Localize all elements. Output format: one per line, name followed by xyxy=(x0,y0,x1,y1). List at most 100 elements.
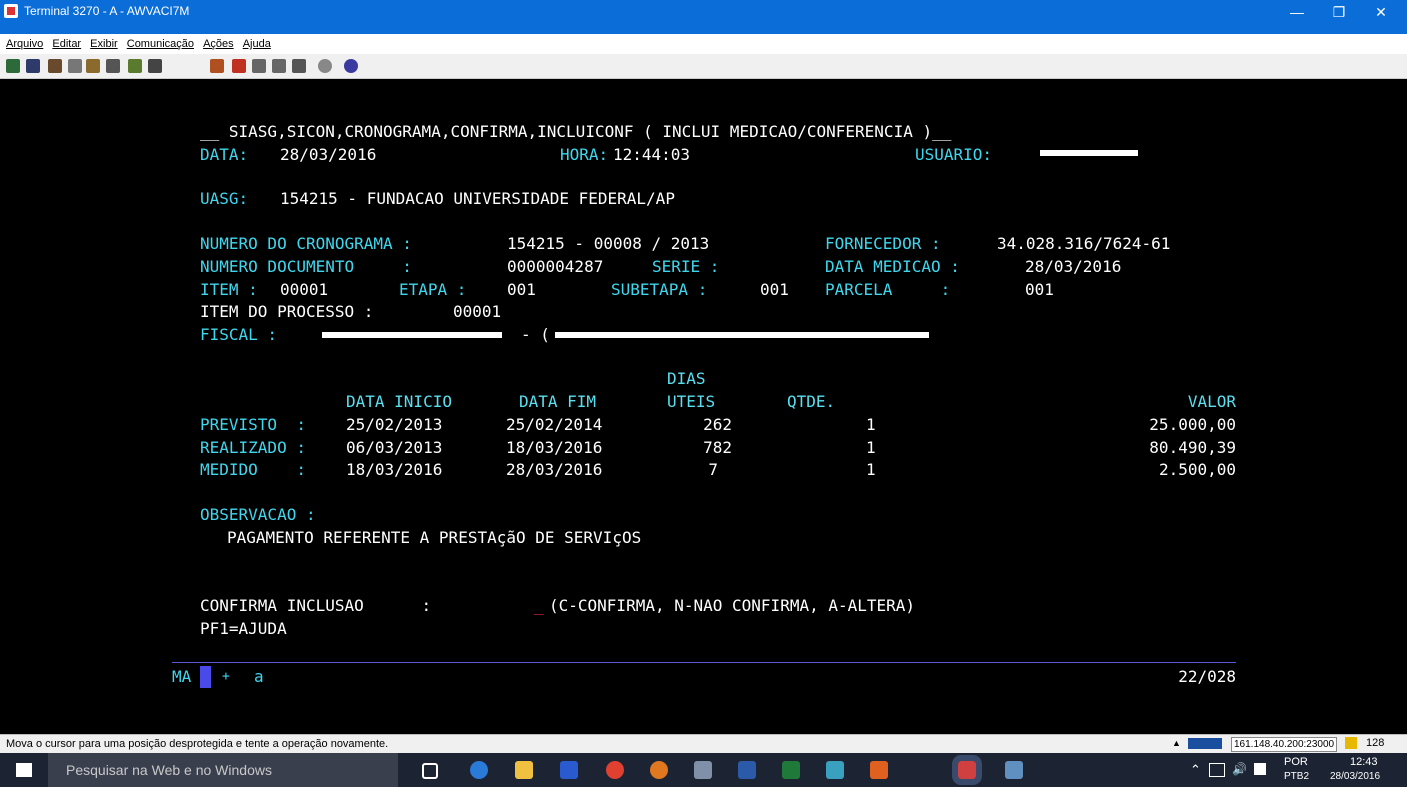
menu-arquivo[interactable]: Arquivo xyxy=(6,38,43,50)
confirma-label: CONFIRMA INCLUSAO : xyxy=(200,596,432,615)
title-bar: Terminal 3270 - A - AWVACI7M — ❐ ✕ xyxy=(0,0,1407,34)
oia-cursor-block xyxy=(200,666,211,688)
row-dias: 262 xyxy=(703,415,732,434)
fiscal-separator: - ( xyxy=(521,325,550,344)
clock-time[interactable]: 12:43 xyxy=(1350,756,1378,768)
connection-icon xyxy=(1188,738,1222,749)
item-processo-value: 00001 xyxy=(453,302,502,321)
file-explorer-icon[interactable] xyxy=(515,761,533,779)
menu-ajuda[interactable]: Ajuda xyxy=(243,38,271,50)
firefox-icon[interactable] xyxy=(650,761,668,779)
terminal-3270-icon[interactable] xyxy=(952,755,982,785)
menu-acoes[interactable]: Ações xyxy=(203,38,234,50)
network-icon[interactable] xyxy=(1209,763,1225,777)
edge-icon[interactable] xyxy=(470,761,488,779)
connect-icon[interactable] xyxy=(6,59,20,73)
row-qtde: 1 xyxy=(866,415,876,434)
item-label: ITEM : xyxy=(200,280,258,299)
col-uteis: UTEIS xyxy=(667,392,716,411)
row-label: PREVISTO : xyxy=(200,415,306,434)
hora-label: HORA: xyxy=(560,145,609,164)
macro-record-icon[interactable] xyxy=(210,59,224,73)
oia-a: a xyxy=(254,667,264,686)
grid-icon[interactable] xyxy=(148,59,162,73)
transfer-icon[interactable] xyxy=(48,59,62,73)
data-label: DATA: xyxy=(200,145,249,164)
row-label: MEDIDO : xyxy=(200,460,306,479)
row-dias: 7 xyxy=(708,460,718,479)
hora-value: 12:44:03 xyxy=(613,145,691,164)
search-box[interactable]: Pesquisar na Web e no Windows xyxy=(48,753,398,787)
macro-pause-icon[interactable] xyxy=(272,59,286,73)
confirma-input[interactable]: _ xyxy=(534,596,544,616)
parcela-value: 001 xyxy=(1025,280,1054,299)
window-title: Terminal 3270 - A - AWVACI7M xyxy=(24,4,190,18)
word-icon[interactable] xyxy=(738,761,756,779)
item-value: 00001 xyxy=(280,280,329,299)
subetapa-label: SUBETAPA : xyxy=(611,280,708,299)
host-address: 161.148.40.200:23000 xyxy=(1231,737,1338,752)
data-medicao-value: 28/03/2016 xyxy=(1025,257,1122,276)
row-inicio: 18/03/2016 xyxy=(346,460,443,479)
fiscal-label: FISCAL : xyxy=(200,325,278,344)
clock-date[interactable]: 28/03/2016 xyxy=(1330,771,1380,782)
excel-icon[interactable] xyxy=(782,761,800,779)
lock-icon xyxy=(1345,737,1357,749)
row-qtde: 1 xyxy=(866,460,876,479)
observacao-label: OBSERVACAO : xyxy=(200,505,316,524)
lang-secondary[interactable]: PTB2 xyxy=(1284,771,1309,782)
volume-icon[interactable]: 🔊 xyxy=(1232,762,1247,776)
cronograma-value: 154215 - 00008 / 2013 xyxy=(507,234,710,253)
terminal-screen[interactable]: __ SIASG,SICON,CRONOGRAMA,CONFIRMA,INCLU… xyxy=(0,79,1407,734)
menu-editar[interactable]: Editar xyxy=(52,38,81,50)
settings-icon[interactable] xyxy=(318,59,332,73)
windows-start-icon[interactable] xyxy=(16,763,32,777)
parcela-label: PARCELA : xyxy=(825,280,951,299)
tools-icon[interactable] xyxy=(128,59,142,73)
disconnect-icon[interactable] xyxy=(26,59,40,73)
store-icon[interactable] xyxy=(560,761,578,779)
screen-header: __ SIASG,SICON,CRONOGRAMA,CONFIRMA,INCLU… xyxy=(200,122,952,141)
app-icon-b[interactable] xyxy=(826,761,844,779)
close-button[interactable]: ✕ xyxy=(1361,4,1401,22)
menu-comunicacao[interactable]: Comunicação xyxy=(127,38,194,50)
oia-separator xyxy=(172,662,1236,663)
app-icon-c[interactable] xyxy=(870,761,888,779)
maximize-button[interactable]: ❐ xyxy=(1319,4,1359,22)
oia-plus: + xyxy=(222,669,230,684)
help-icon[interactable] xyxy=(344,59,358,73)
col-qtde: QTDE. xyxy=(787,392,836,411)
macro-stop-icon[interactable] xyxy=(232,59,246,73)
tray-arrow-icon[interactable]: ⌃ xyxy=(1190,762,1201,778)
notification-icon[interactable] xyxy=(1254,763,1266,775)
keyboard-icon[interactable] xyxy=(292,59,306,73)
documento-label: NUMERO DOCUMENTO : xyxy=(200,257,412,276)
macro-play-icon[interactable] xyxy=(252,59,266,73)
chrome-icon[interactable] xyxy=(606,761,624,779)
task-view-icon[interactable] xyxy=(422,763,438,779)
menu-exibir[interactable]: Exibir xyxy=(90,38,118,50)
row-valor: 80.490,39 xyxy=(1149,438,1236,457)
terminal-app-icon xyxy=(4,4,18,18)
usuario-redacted xyxy=(1040,150,1138,156)
subetapa-value: 001 xyxy=(760,280,789,299)
fornecedor-value: 34.028.316/7624-61 xyxy=(997,234,1171,253)
observacao-text: PAGAMENTO REFERENTE A PRESTAçãO DE SERVI… xyxy=(227,528,642,547)
fiscal-name-redacted xyxy=(322,332,502,338)
clipboard-icon[interactable] xyxy=(106,59,120,73)
uasg-label: UASG: xyxy=(200,189,249,208)
toolbar xyxy=(0,54,1407,79)
serie-label: SERIE : xyxy=(652,257,720,276)
status-message: Mova o cursor para uma posição desproteg… xyxy=(6,738,389,750)
paste-icon[interactable] xyxy=(86,59,100,73)
minimize-button[interactable]: — xyxy=(1277,4,1317,22)
row-fim: 18/03/2016 xyxy=(506,438,603,457)
status-bar: Mova o cursor para uma posição desproteg… xyxy=(0,734,1407,754)
row-label: REALIZADO : xyxy=(200,438,306,457)
copy-icon[interactable] xyxy=(68,59,82,73)
app-icon-d[interactable] xyxy=(1005,761,1023,779)
app-icon-a[interactable] xyxy=(694,761,712,779)
lang-primary[interactable]: POR xyxy=(1284,756,1308,768)
taskbar: Pesquisar na Web e no Windows ⌃ 🔊 POR PT… xyxy=(0,753,1407,787)
scroll-up-icon[interactable]: ▲ xyxy=(1172,738,1181,748)
